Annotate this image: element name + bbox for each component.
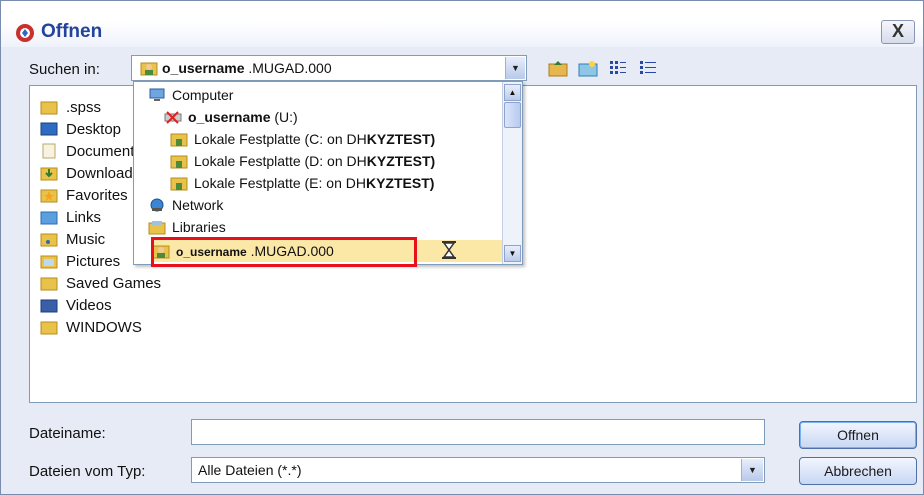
list-item[interactable]: .spss (40, 96, 101, 118)
selection-highlight (416, 240, 504, 262)
hourglass-cursor-icon (442, 241, 456, 259)
user-folder-icon (170, 133, 188, 147)
folder-icon (40, 277, 58, 291)
dropdown-item-drive-e[interactable]: Lokale Festplatte (E: on DHKYZTEST) (170, 172, 434, 194)
folder-icon (40, 101, 58, 115)
list-item[interactable]: Pictures (40, 250, 120, 272)
chevron-down-icon[interactable]: ▼ (741, 459, 763, 481)
computer-icon (149, 88, 165, 101)
scroll-thumb[interactable] (504, 102, 521, 128)
libraries-icon (148, 221, 166, 235)
open-button[interactable]: Offnen (799, 421, 917, 449)
folder-icon (40, 321, 58, 335)
list-item[interactable]: Links (40, 206, 101, 228)
filename-input[interactable] (191, 419, 765, 445)
dropdown-item-network[interactable]: Network (148, 194, 223, 216)
lookin-select[interactable]: o_username .MUGAD.000 ▼ (131, 55, 527, 81)
cancel-button[interactable]: Abbrechen (799, 457, 917, 485)
downloads-icon (40, 167, 58, 181)
music-icon (40, 233, 58, 247)
dropdown-scrollbar[interactable]: ▲ ▼ (502, 82, 522, 264)
dropdown-item-network-drive[interactable]: o_username (U:) (164, 106, 298, 128)
chevron-down-icon[interactable]: ▼ (505, 57, 525, 79)
list-item[interactable]: WINDOWS (40, 316, 142, 338)
dropdown-item-computer[interactable]: Computer (148, 84, 233, 106)
desktop-icon (40, 122, 58, 136)
app-icon (16, 24, 34, 42)
list-item[interactable]: Videos (40, 294, 112, 316)
filetype-value: Alle Dateien (*.*) (198, 462, 302, 478)
list-item[interactable]: Downloads (40, 162, 140, 184)
user-folder-icon (170, 155, 188, 169)
network-drive-icon (164, 111, 182, 124)
filetype-select[interactable]: Alle Dateien (*.*) ▼ (191, 457, 765, 483)
open-dialog: Offnen X Suchen in: o_username .MUGAD.00… (0, 0, 924, 495)
links-icon (40, 211, 58, 225)
list-item[interactable]: Desktop (40, 118, 121, 140)
lookin-label: Suchen in: (29, 61, 100, 78)
filetype-label: Dateien vom Typ: (29, 463, 146, 480)
dropdown-item-libraries[interactable]: Libraries (148, 216, 226, 238)
window-title: Offnen (41, 21, 103, 42)
favorites-icon (40, 189, 58, 203)
details-view-icon[interactable] (637, 57, 659, 79)
list-view-icon[interactable] (607, 57, 629, 79)
annotation-highlight-box (151, 237, 417, 267)
list-item[interactable]: Music (40, 228, 105, 250)
list-item[interactable]: Documents (40, 140, 142, 162)
list-item[interactable]: Saved Games (40, 272, 161, 294)
toolbar (547, 57, 659, 79)
network-icon (150, 198, 164, 212)
close-button[interactable]: X (881, 20, 915, 44)
title-bar: Offnen X (1, 1, 923, 47)
up-folder-icon[interactable] (547, 57, 569, 79)
scroll-down-icon[interactable]: ▼ (504, 245, 521, 262)
videos-icon (40, 299, 58, 313)
documents-icon (42, 143, 56, 159)
pictures-icon (40, 255, 58, 269)
new-folder-icon[interactable] (577, 57, 599, 79)
scroll-up-icon[interactable]: ▲ (504, 84, 521, 101)
user-folder-icon (140, 62, 158, 76)
dropdown-item-drive-d[interactable]: Lokale Festplatte (D: on DHKYZTEST) (170, 150, 435, 172)
list-item[interactable]: Favorites (40, 184, 128, 206)
lookin-value: o_username .MUGAD.000 (162, 60, 332, 76)
dropdown-item-drive-c[interactable]: Lokale Festplatte (C: on DHKYZTEST) (170, 128, 435, 150)
filename-label: Dateiname: (29, 425, 106, 442)
user-folder-icon (170, 177, 188, 191)
